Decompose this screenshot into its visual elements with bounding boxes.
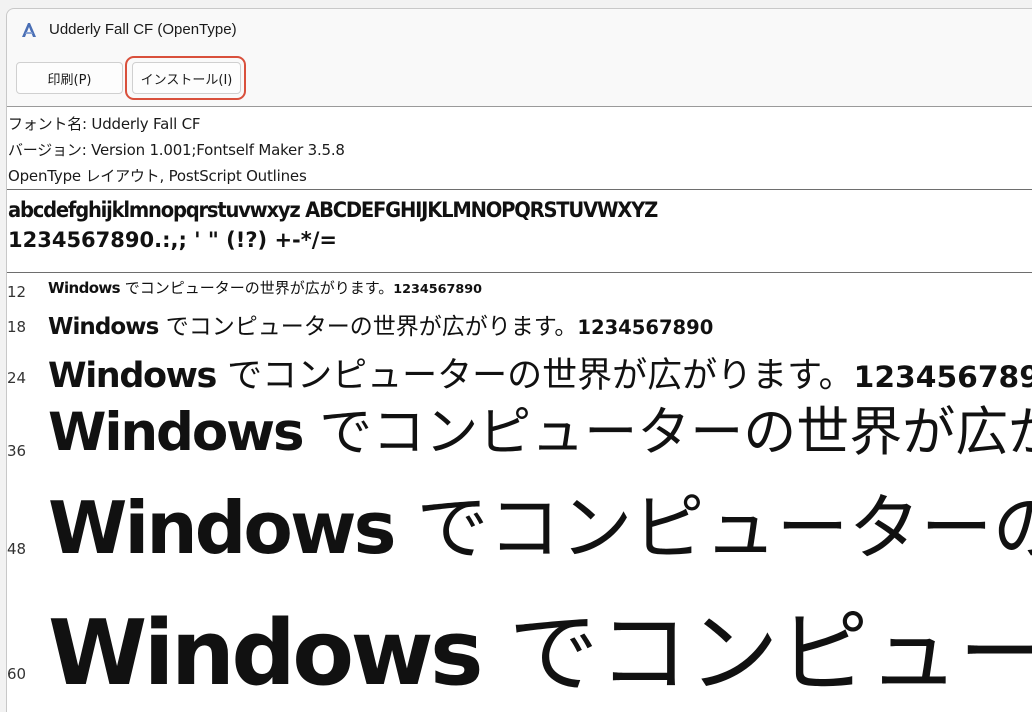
font-version: バージョン: Version 1.001;Fontself Maker 3.5.… bbox=[8, 141, 345, 159]
sample-latin: Windows bbox=[48, 314, 159, 340]
sample-numbers: 1234567890 bbox=[393, 282, 482, 297]
sample-latin: Windows bbox=[48, 486, 396, 570]
sample-latin: Windows bbox=[48, 279, 121, 297]
window-title: Udderly Fall CF (OpenType) bbox=[49, 21, 237, 38]
sample-text: Windows でコンピューターの世界が広がります。1234567890 bbox=[48, 469, 1032, 574]
sample-size-label: 18 bbox=[7, 318, 27, 336]
font-name: フォント名: Udderly Fall CF bbox=[8, 115, 201, 133]
font-preview-area[interactable]: フォント名: Udderly Fall CF バージョン: Version 1.… bbox=[7, 106, 1032, 712]
sample-japanese: でコンピューターの世界が広がります。 bbox=[319, 402, 1032, 463]
sample-latin: Windows bbox=[48, 601, 484, 706]
charset-letters: abcdefghijklmnopqrstuvwxyz ABCDEFGHIJKLM… bbox=[8, 198, 658, 222]
sample-size-label: 12 bbox=[7, 283, 27, 301]
sample-size-label: 24 bbox=[7, 369, 27, 387]
sample-japanese: でコンピューターの世界が広がります。 bbox=[508, 601, 1032, 706]
character-set: abcdefghijklmnopqrstuvwxyz ABCDEFGHIJKLM… bbox=[8, 195, 706, 255]
sample-japanese: でコンピューターの世界が広がります。 bbox=[158, 314, 578, 340]
sample-text: Windows でコンピューターの世界が広がります。1234567890 bbox=[48, 277, 482, 298]
title-bar: Udderly Fall CF (OpenType) bbox=[7, 9, 1032, 51]
sample-size-label: 36 bbox=[7, 442, 27, 460]
sample-text: Windows でコンピューターの世界が広がります。1234567890 bbox=[48, 580, 1032, 710]
font-file-icon bbox=[22, 23, 36, 37]
sample-latin: Windows bbox=[48, 402, 305, 463]
divider bbox=[7, 189, 1032, 190]
font-viewer-window: Udderly Fall CF (OpenType) 印刷(P) インストール(… bbox=[6, 8, 1032, 712]
install-button[interactable]: インストール(I) bbox=[132, 62, 241, 94]
sample-text: Windows でコンピューターの世界が広がります。1234567890 bbox=[48, 390, 1032, 466]
sample-text: Windows でコンピューターの世界が広がります。1234567890 bbox=[48, 307, 713, 341]
sample-japanese: でコンピューターの世界が広がります。 bbox=[120, 279, 394, 297]
sample-numbers: 1234567890 bbox=[577, 316, 714, 339]
font-info: フォント名: Udderly Fall CF バージョン: Version 1.… bbox=[8, 111, 345, 189]
toolbar: 印刷(P) インストール(I) bbox=[7, 53, 1032, 107]
charset-symbols: 1234567890.:,; ' " (!?) +-*/= bbox=[8, 228, 337, 252]
font-type: OpenType レイアウト, PostScript Outlines bbox=[8, 167, 307, 185]
sample-size-label: 60 bbox=[7, 665, 27, 683]
divider bbox=[7, 272, 1032, 273]
print-button[interactable]: 印刷(P) bbox=[16, 62, 123, 94]
sample-japanese: でコンピューターの世界が広がります。 bbox=[416, 486, 1032, 570]
sample-size-label: 48 bbox=[7, 540, 27, 558]
